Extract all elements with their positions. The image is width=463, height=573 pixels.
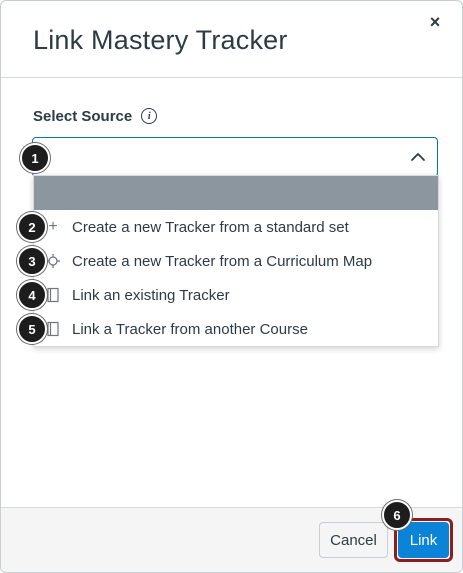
select-source-label: Select Source [33,107,133,125]
option-link-from-another-course[interactable]: Link a Tracker from another Course [34,312,438,346]
select-source-label-row: Select Source i [33,105,158,127]
option-label: Create a new Tracker from a Curriculum M… [72,252,373,270]
callout-5: 5 [17,314,47,344]
option-create-from-standard-set[interactable]: + Create a new Tracker from a standard s… [34,210,438,244]
source-select[interactable] [32,137,438,177]
option-label: Create a new Tracker from a standard set [72,218,349,236]
dialog-header: Link Mastery Tracker × [1,1,462,78]
callout-4: 4 [17,280,47,310]
callout-3: 3 [17,246,47,276]
option-link-existing-tracker[interactable]: Link an existing Tracker [34,278,438,312]
link-button[interactable]: Link [398,522,449,558]
callout-2: 2 [17,212,47,242]
option-label: Link a Tracker from another Course [72,320,308,338]
option-create-from-curriculum-map[interactable]: Create a new Tracker from a Curriculum M… [34,244,438,278]
close-icon[interactable]: × [424,11,446,33]
callout-6: 6 [382,500,412,530]
dialog-title: Link Mastery Tracker [33,25,288,55]
callout-1: 1 [20,143,50,173]
dropdown-highlighted-option[interactable] [34,176,438,210]
link-mastery-tracker-dialog: Link Mastery Tracker × Select Source i +… [0,0,463,573]
option-label: Link an existing Tracker [72,286,230,304]
source-dropdown-menu: + Create a new Tracker from a standard s… [33,175,439,347]
info-icon[interactable]: i [141,108,158,124]
chevron-up-icon [411,153,425,161]
cancel-button[interactable]: Cancel [319,522,388,558]
